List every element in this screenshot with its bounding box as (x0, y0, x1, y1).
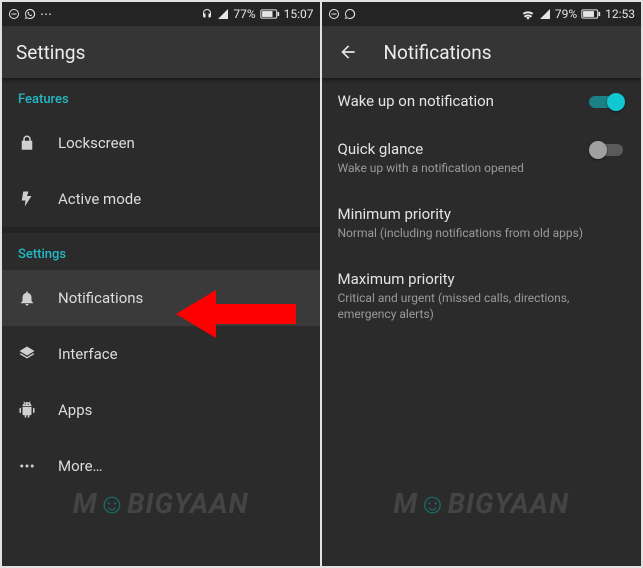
more-icon (18, 457, 58, 475)
pref-title: Minimum priority (338, 205, 614, 225)
header-bar: Notifications (322, 26, 642, 78)
row-notifications[interactable]: Notifications (2, 270, 320, 326)
header-bar: Settings (2, 26, 320, 78)
row-interface[interactable]: Interface (2, 326, 320, 382)
section-header-settings: Settings (2, 233, 320, 270)
clock: 12:53 (605, 7, 635, 21)
pref-title: Maximum priority (338, 270, 614, 290)
row-more[interactable]: More… (2, 438, 320, 494)
do-not-disturb-icon (8, 8, 20, 20)
pref-quick-glance[interactable]: Quick glance Wake up with a notification… (322, 126, 642, 191)
pref-subtitle: Normal (including notifications from old… (338, 226, 614, 242)
whatsapp-icon (344, 8, 356, 20)
row-active-mode[interactable]: Active mode (2, 171, 320, 227)
lock-icon (18, 134, 58, 152)
section-header-features: Features (2, 78, 320, 115)
android-icon (18, 401, 58, 419)
page-title: Notifications (384, 41, 492, 64)
watermark: M☺BIGYAAN (393, 487, 569, 520)
row-label: More… (58, 457, 103, 475)
bolt-icon (18, 190, 58, 208)
layers-icon (18, 345, 58, 363)
row-label: Apps (58, 401, 92, 419)
status-bar: 79% 12:53 (322, 2, 642, 26)
pref-subtitle: Wake up with a notification opened (338, 161, 578, 177)
do-not-disturb-icon (328, 8, 340, 20)
battery-pct: 77% (233, 7, 255, 21)
row-label: Lockscreen (58, 134, 135, 152)
pref-title: Quick glance (338, 140, 578, 160)
page-title: Settings (16, 41, 85, 64)
row-lockscreen[interactable]: Lockscreen (2, 115, 320, 171)
status-bar: ⋯ 77% 15:07 (2, 2, 320, 26)
battery-icon (581, 9, 601, 19)
row-label: Active mode (58, 190, 141, 208)
clock: 15:07 (284, 7, 314, 21)
pref-wake-on-notification[interactable]: Wake up on notification (322, 78, 642, 126)
back-button[interactable] (336, 40, 360, 64)
row-label: Notifications (58, 289, 143, 307)
screen-settings: ⋯ 77% 15:07 Settings Features (2, 2, 322, 566)
pref-minimum-priority[interactable]: Minimum priority Normal (including notif… (322, 191, 642, 256)
whatsapp-icon (24, 8, 36, 20)
toggle-glance[interactable] (589, 141, 625, 159)
pref-subtitle: Critical and urgent (missed calls, direc… (338, 291, 614, 322)
row-apps[interactable]: Apps (2, 382, 320, 438)
bell-icon (18, 289, 58, 307)
battery-icon (260, 9, 280, 19)
toggle-wake[interactable] (589, 93, 625, 111)
signal-icon (217, 8, 229, 20)
row-label: Interface (58, 345, 118, 363)
pref-title: Wake up on notification (338, 92, 578, 112)
screen-notifications: 79% 12:53 Notifications Wake up on notif… (322, 2, 642, 566)
battery-pct: 79% (555, 7, 577, 21)
signal-icon (539, 8, 551, 20)
more-notifications-icon: ⋯ (40, 7, 53, 21)
headset-icon (201, 8, 213, 20)
wifi-icon (521, 8, 535, 20)
pref-maximum-priority[interactable]: Maximum priority Critical and urgent (mi… (322, 256, 642, 337)
